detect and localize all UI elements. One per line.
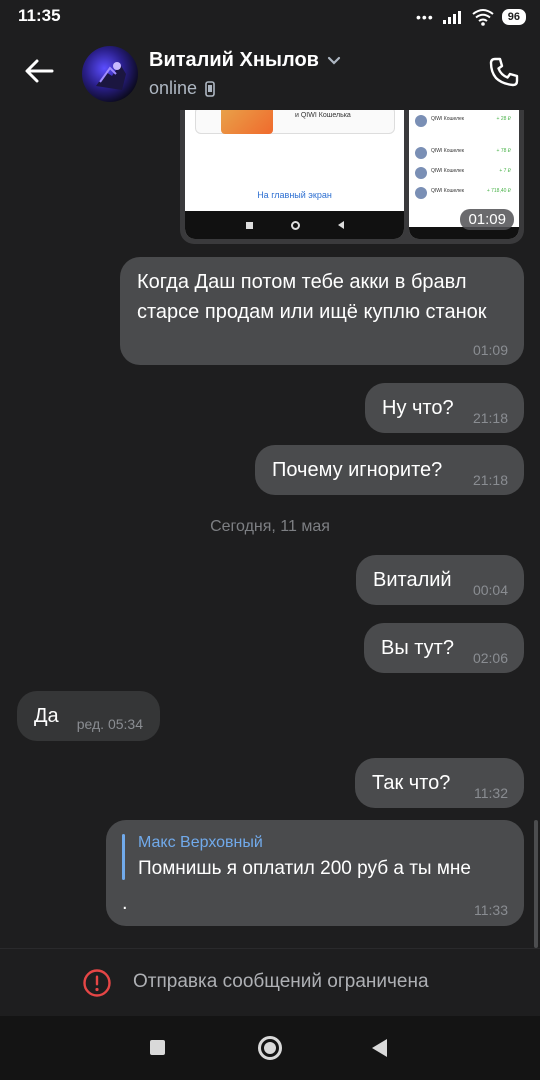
quote-bar [122, 834, 125, 880]
message-bubble[interactable]: Так что? 11:32 [355, 758, 524, 808]
quoted-text[interactable]: Помнишь я оплатил 200 руб а ты мне [138, 858, 506, 880]
alert-circle-icon [83, 969, 111, 997]
message-bubble[interactable]: Ну что? 21:18 [365, 383, 524, 433]
back-arrow-icon[interactable] [22, 54, 56, 88]
system-navbar [0, 1016, 540, 1080]
message-bubble[interactable]: Когда Даш потом тебе акки в бравл старсе… [120, 257, 524, 365]
triangle-icon [337, 221, 344, 229]
wifi-icon [472, 9, 494, 26]
list-item: QIWI Кошелек + 718,40 ₽ [413, 184, 515, 202]
battery-level: 96 [507, 11, 520, 23]
signal-icon [442, 11, 461, 24]
message-time: 11:32 [474, 785, 508, 801]
screenshot-preview[interactable]: и QIWI Кошелька На главный экран [185, 96, 404, 239]
avatar[interactable] [82, 46, 138, 102]
phone-call-icon[interactable] [486, 54, 522, 90]
contact-status: online [149, 78, 198, 98]
message-text: Когда Даш потом тебе акки в бравл старсе… [137, 271, 487, 323]
message-time: ред. 05:34 [76, 716, 143, 732]
preview-illustration [221, 106, 273, 134]
message-time: 00:04 [472, 582, 508, 598]
chevron-down-icon [327, 56, 341, 65]
list-item: QIWI Кошелек + 28 ₽ [413, 112, 515, 130]
recents-icon[interactable] [150, 1040, 165, 1055]
circle-icon [290, 220, 300, 230]
message-time: 11:33 [474, 902, 508, 918]
preview-caption: и QIWI Кошелька [295, 112, 351, 119]
message-bubble-incoming[interactable]: Да ред. 05:34 [17, 691, 160, 741]
list-item: QIWI Кошелек + 78 ₽ [413, 144, 515, 162]
contact-name-row[interactable]: Виталий Хнылов [149, 49, 341, 72]
square-icon [245, 221, 253, 229]
restriction-bar: Отправка сообщений ограничена [0, 948, 540, 1016]
home-icon[interactable] [258, 1036, 282, 1060]
back-triangle-icon[interactable] [372, 1039, 387, 1057]
list-item: QIWI Кошелек + 7 ₽ [413, 164, 515, 182]
mobile-device-icon [205, 80, 215, 97]
message-time: 02:06 [472, 650, 508, 666]
message-bubble[interactable]: Почему игнорите? 21:18 [255, 445, 524, 495]
battery-icon: 96 [501, 9, 526, 25]
dots-icon: ••• [416, 9, 434, 25]
message-time: 21:18 [472, 472, 508, 488]
contact-status-row: online [149, 78, 215, 99]
status-bar: 11:35 ••• 96 [0, 0, 540, 34]
reply-message-bubble[interactable]: Макс Верховный Помнишь я оплатил 200 руб… [106, 820, 524, 926]
day-separator: Сегодня, 11 мая [210, 518, 330, 535]
avatar-image [96, 62, 126, 90]
scrollbar[interactable] [534, 820, 538, 948]
message-time: 01:09 [472, 342, 508, 358]
preview-link: На главный экран [257, 190, 332, 200]
message-bubble[interactable]: Вы тут? 02:06 [364, 623, 524, 673]
restriction-text: Отправка сообщений ограничена [133, 971, 429, 992]
message-time: 21:18 [472, 410, 508, 426]
status-time: 11:35 [18, 6, 61, 25]
video-duration: 01:09 [460, 209, 514, 230]
status-icons: ••• 96 [416, 7, 526, 27]
preview-navbar [185, 211, 404, 239]
contact-name: Виталий Хнылов [149, 49, 319, 71]
quoted-author[interactable]: Макс Верховный [138, 834, 263, 852]
media-message[interactable]: и QIWI Кошелька На главный экран QIWI Ко… [180, 96, 524, 244]
message-bubble[interactable]: Виталий 00:04 [356, 555, 524, 605]
chat-header: Виталий Хнылов online [0, 34, 540, 110]
message-text: . [122, 892, 128, 914]
